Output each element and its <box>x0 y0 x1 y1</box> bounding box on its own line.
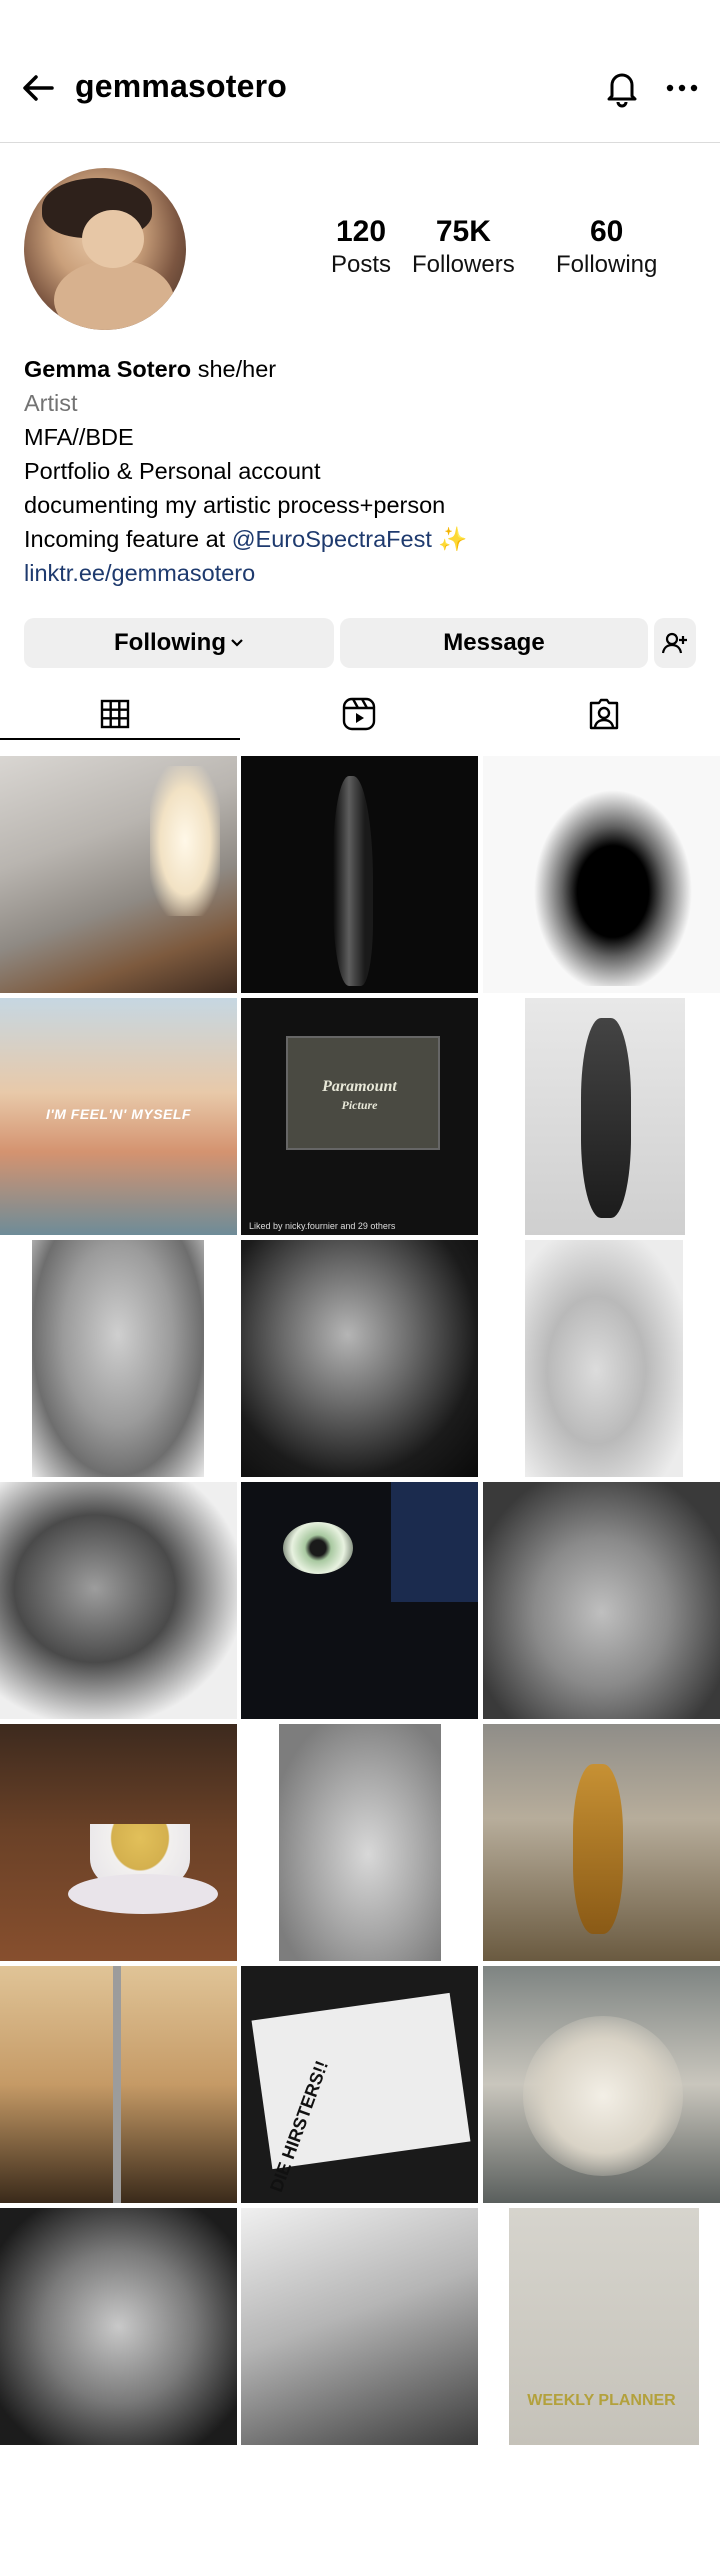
post-thumbnail[interactable] <box>483 1240 720 1477</box>
tab-posts[interactable] <box>97 696 133 732</box>
message-button[interactable]: Message <box>340 618 648 668</box>
bio-line: documenting my artistic process+person <box>24 492 446 518</box>
pole <box>113 1966 121 2203</box>
tab-reels[interactable] <box>341 696 377 732</box>
post-thumbnail[interactable] <box>483 1966 720 2203</box>
followers-count: 75K <box>435 215 491 248</box>
photo-frame <box>525 1240 683 1477</box>
followers-label: Followers <box>412 251 515 278</box>
bell-icon <box>607 73 637 108</box>
sparkles-emoji: ✨ <box>438 526 468 552</box>
followers-stat[interactable]: 75K Followers <box>412 214 515 280</box>
feature-mention-link[interactable]: @EuroSpectraFest <box>232 526 432 552</box>
notifications-button[interactable] <box>604 68 640 108</box>
gold-statue <box>573 1764 623 1934</box>
post-thumbnail[interactable]: I'M FEEL'N' MYSELF <box>0 998 237 1235</box>
reels-icon <box>342 697 376 731</box>
likes-caption: Liked by nicky.fournier and 29 others <box>249 1221 396 1231</box>
saucer <box>68 1874 218 1914</box>
arrow-left-icon <box>23 75 54 101</box>
active-tab-indicator <box>0 738 240 740</box>
post-thumbnail[interactable] <box>0 756 237 993</box>
pronouns: she/her <box>197 356 277 382</box>
following-count: 60 <box>590 215 624 248</box>
post-thumbnail[interactable] <box>483 756 720 993</box>
bio-line: MFA//BDE <box>24 424 134 450</box>
post-thumbnail[interactable]: DIE HIRSTERS!! <box>241 1966 478 2203</box>
category-label: Artist <box>24 390 78 416</box>
eye-billboard <box>283 1522 353 1574</box>
following-button-label: Following <box>114 629 226 656</box>
more-options-button[interactable] <box>664 68 700 108</box>
bio-line: Portfolio & Personal account <box>24 458 321 484</box>
paramount-logo-text: Paramount <box>322 1078 397 1095</box>
message-button-label: Message <box>443 629 545 656</box>
post-thumbnail[interactable]: WEEKLY PLANNER <box>483 2208 720 2445</box>
lamp-glow <box>150 766 220 916</box>
post-thumbnail[interactable] <box>241 2208 478 2445</box>
post-thumbnail[interactable] <box>241 1240 478 1477</box>
post-thumbnail[interactable] <box>0 1482 237 1719</box>
silhouette-figure <box>333 776 373 986</box>
marble-statue <box>523 2016 683 2176</box>
photo-frame <box>32 1240 204 1477</box>
more-horizontal-icon <box>666 84 698 92</box>
post-thumbnail[interactable] <box>0 1966 237 2203</box>
night-sky <box>391 1482 478 1602</box>
avatar-face <box>82 210 144 268</box>
suggested-users-button[interactable] <box>654 618 696 668</box>
feature-line: Incoming feature at @EuroSpectraFest ✨ <box>24 522 704 556</box>
tab-tagged[interactable] <box>586 696 622 732</box>
post-thumbnail[interactable] <box>0 2208 237 2445</box>
chevron-down-icon <box>231 639 243 647</box>
avatar-shoulder <box>54 260 174 330</box>
profile-tabs <box>0 690 720 740</box>
post-thumbnail[interactable]: Paramount Picture Liked by nicky.fournie… <box>241 998 478 1235</box>
photo-frame <box>279 1724 441 1961</box>
back-button[interactable] <box>20 70 56 106</box>
planner-title: WEEKLY PLANNER <box>527 2392 676 2409</box>
following-label: Following <box>556 251 658 278</box>
header-divider <box>0 142 720 143</box>
tagged-person-icon <box>589 698 619 730</box>
profile-header: gemmasotero <box>0 50 720 126</box>
feature-prefix: Incoming feature at <box>24 526 232 552</box>
bio-link[interactable]: linktr.ee/gemmasotero <box>24 556 704 590</box>
dancer-silhouette <box>523 776 703 986</box>
following-stat[interactable]: 60 Following <box>556 214 657 280</box>
username-title: gemmasotero <box>75 68 288 104</box>
following-button[interactable]: Following <box>24 618 334 668</box>
paramount-logo-subtext: Picture <box>341 1098 378 1112</box>
post-thumbnail[interactable] <box>241 1724 478 1961</box>
display-name: Gemma Sotero <box>24 356 192 382</box>
post-thumbnail[interactable] <box>0 1240 237 1477</box>
avatar[interactable] <box>24 168 186 330</box>
post-thumbnail[interactable] <box>0 1724 237 1961</box>
posts-count: 120 <box>335 215 387 248</box>
profile-bio: Gemma Sotero she/her Artist MFA//BDE Por… <box>24 352 704 590</box>
post-thumbnail[interactable] <box>483 1724 720 1961</box>
status-bar-space <box>0 0 720 40</box>
add-person-icon <box>662 632 687 654</box>
post-thumbnail[interactable] <box>483 1482 720 1719</box>
name-line: Gemma Sotero she/her <box>24 352 704 386</box>
post-thumbnail[interactable] <box>241 756 478 993</box>
posts-stat[interactable]: 120 Posts <box>316 214 406 280</box>
post-overlay-text: I'M FEEL'N' MYSELF <box>46 1106 191 1122</box>
post-thumbnail[interactable] <box>241 1482 478 1719</box>
post-thumbnail[interactable] <box>483 998 720 1235</box>
posts-label: Posts <box>330 251 392 278</box>
draped-figure <box>581 1018 631 1218</box>
grid-icon <box>100 699 130 729</box>
